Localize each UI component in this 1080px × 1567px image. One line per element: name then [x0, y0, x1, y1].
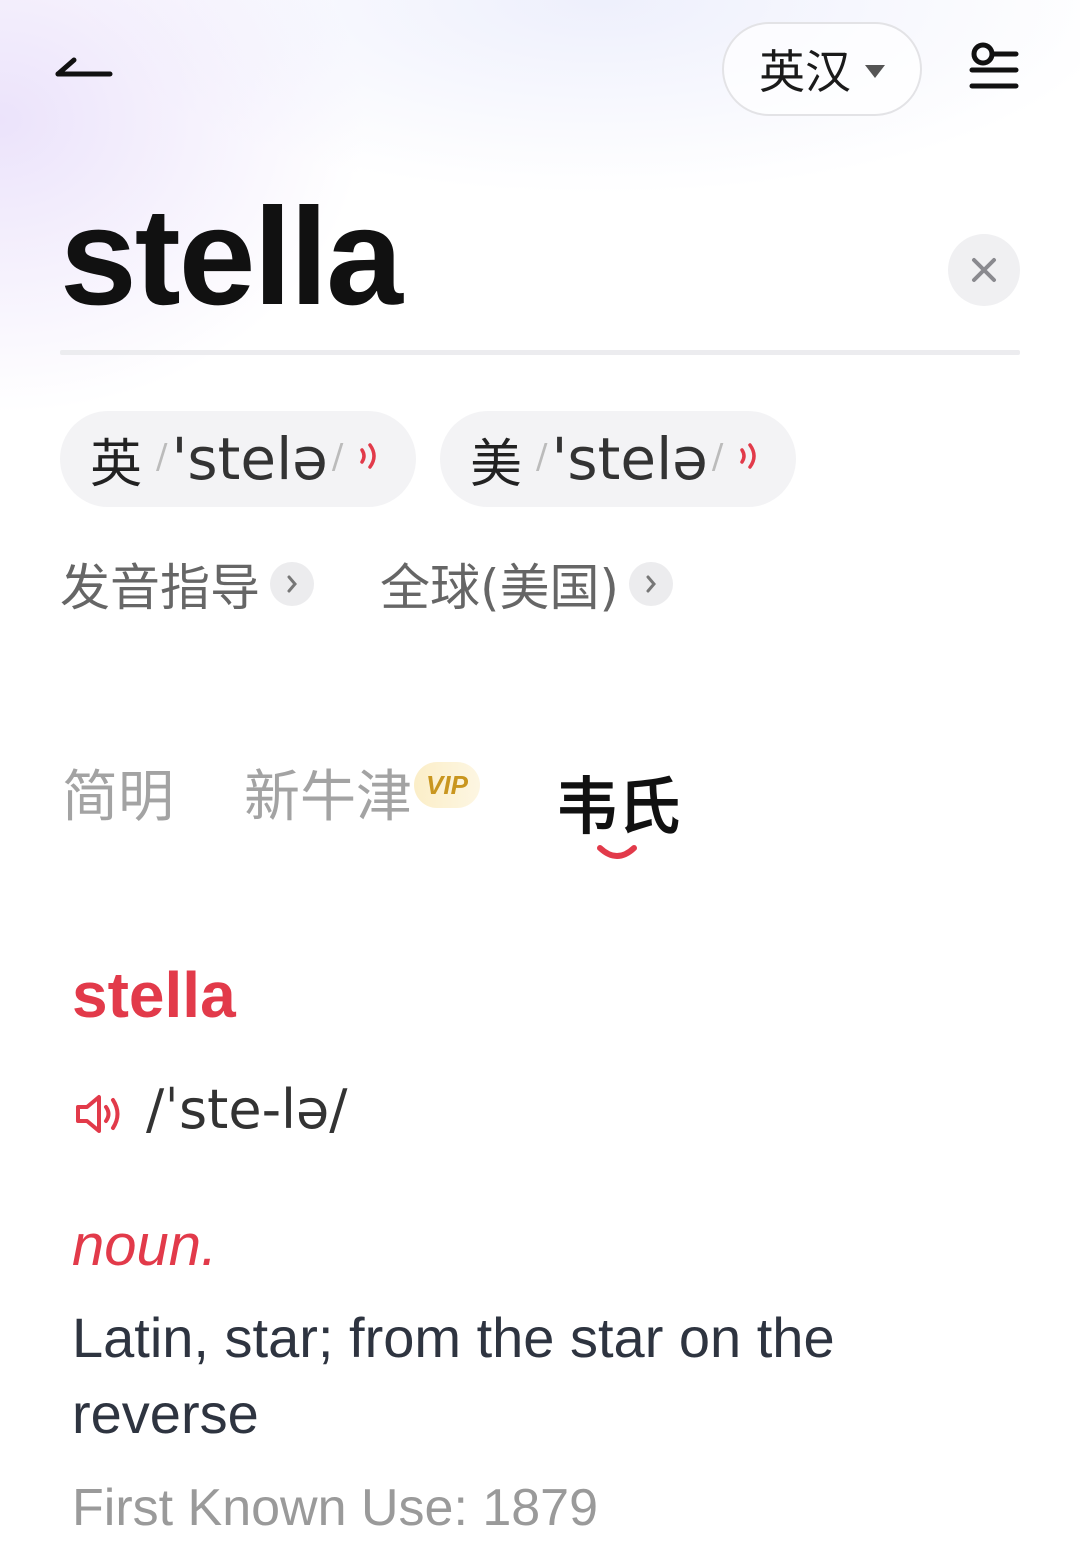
- pronunciation-us[interactable]: 美 / 'stelə /: [440, 411, 796, 507]
- chevron-right-icon: [629, 562, 674, 606]
- chevron-right-icon: [270, 562, 314, 606]
- entry-ipa: /ˈste-lə/: [146, 1078, 348, 1141]
- pronunciation-uk[interactable]: 英 / 'stelə /: [60, 411, 416, 507]
- slash-open: /: [156, 437, 168, 477]
- search-divider: [60, 350, 1020, 355]
- sound-wave-icon: [740, 443, 757, 469]
- settings-button[interactable]: [966, 40, 1022, 96]
- tab-simple[interactable]: 简明: [62, 752, 174, 833]
- ipa-text: 'stelə: [171, 425, 328, 493]
- global-label: 全球(美国): [380, 559, 620, 617]
- tab-webster[interactable]: 韦氏: [556, 756, 680, 846]
- region-label: 美: [470, 434, 523, 495]
- vip-badge: VIP: [414, 762, 480, 808]
- ipa-text: 'stelə: [551, 425, 708, 493]
- active-tab-indicator: [597, 845, 637, 859]
- close-icon: [972, 258, 996, 282]
- speaker-icon: [76, 1095, 120, 1133]
- search-word[interactable]: stella: [60, 178, 403, 337]
- speaker-button[interactable]: [74, 1092, 126, 1136]
- tab-oxford[interactable]: 新牛津: [244, 752, 412, 833]
- clear-button[interactable]: [948, 234, 1020, 306]
- slash-close: /: [331, 437, 344, 477]
- entry-headword: stella: [72, 959, 236, 1031]
- back-button[interactable]: [52, 44, 116, 88]
- part-of-speech: noun.: [72, 1213, 218, 1278]
- back-arrow-icon: [55, 57, 113, 77]
- first-known-use: First Known Use: 1879: [72, 1479, 599, 1537]
- sliders-icon: [969, 42, 1019, 89]
- region-label: 英: [90, 434, 143, 495]
- sound-wave-icon: [360, 443, 377, 469]
- caret-down-icon: [865, 64, 885, 78]
- pronunciation-guide-link[interactable]: 发音指导: [60, 550, 314, 618]
- global-pronunciation-link[interactable]: 全球(美国): [380, 550, 674, 618]
- definition-text: Latin, star; from the star on the revers…: [72, 1306, 835, 1445]
- guide-label: 发音指导: [60, 559, 260, 617]
- slash-close: /: [711, 437, 724, 477]
- language-selector[interactable]: 英汉: [722, 22, 922, 116]
- slash-open: /: [536, 437, 548, 477]
- language-label: 英汉: [759, 45, 851, 99]
